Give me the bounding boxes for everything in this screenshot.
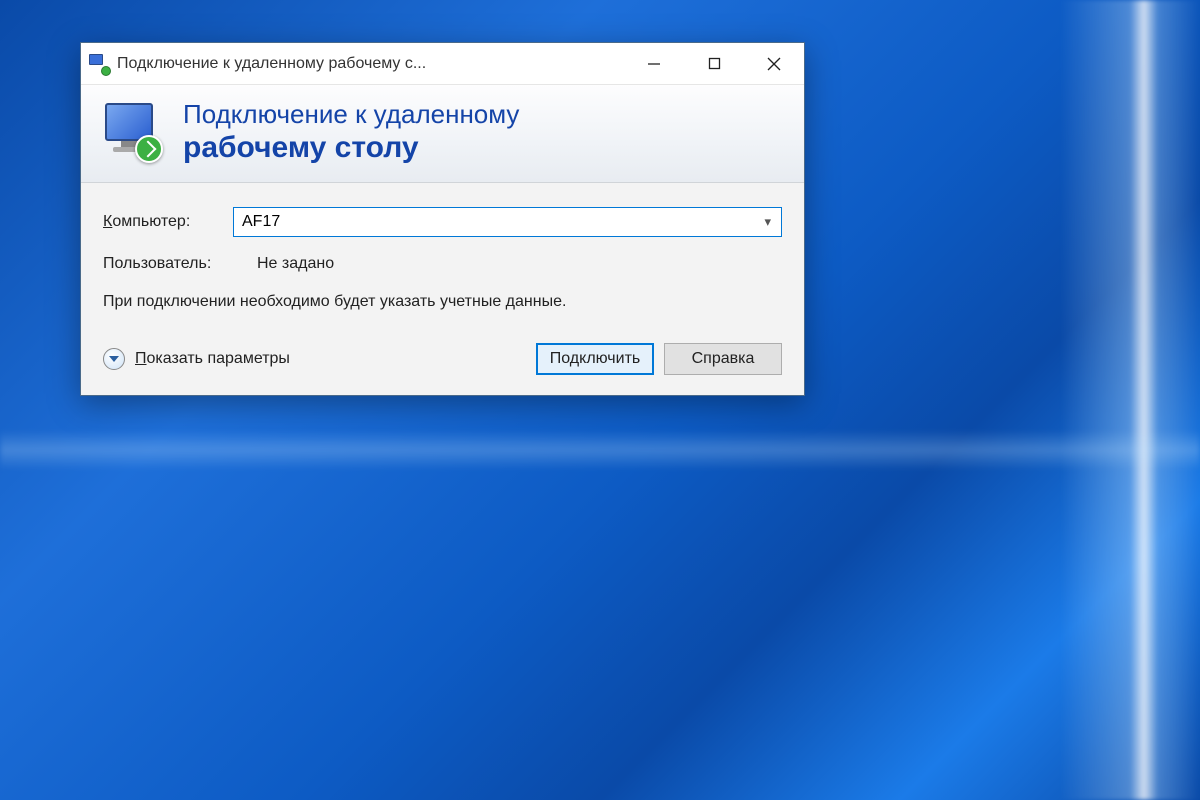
close-icon <box>767 57 781 71</box>
show-options-link[interactable]: Показать параметры <box>135 350 290 368</box>
window-title: Подключение к удаленному рабочему с... <box>117 55 426 73</box>
computer-combobox[interactable]: ▾ <box>233 207 782 237</box>
computer-input[interactable] <box>242 213 760 231</box>
minimize-button[interactable] <box>624 43 684 85</box>
titlebar[interactable]: Подключение к удаленному рабочему с... <box>81 43 804 85</box>
expand-options-icon[interactable] <box>103 348 125 370</box>
header-banner: Подключение к удаленному рабочему столу <box>81 85 804 183</box>
user-row: Пользователь: Не задано <box>103 255 782 273</box>
close-button[interactable] <box>744 43 804 85</box>
banner-line2: рабочему столу <box>183 130 519 166</box>
banner-line1: Подключение к удаленному <box>183 99 519 130</box>
computer-label: Компьютер: <box>103 213 233 231</box>
rdp-dialog-window: Подключение к удаленному рабочему с... П… <box>80 42 805 396</box>
background-light-streak <box>1060 0 1200 800</box>
banner-title: Подключение к удаленному рабочему столу <box>183 99 519 166</box>
connect-button[interactable]: Подключить <box>536 343 654 375</box>
user-label: Пользователь: <box>103 255 233 273</box>
minimize-icon <box>647 57 661 71</box>
credentials-info: При подключении необходимо будет указать… <box>103 291 663 313</box>
dialog-body: Компьютер: ▾ Пользователь: Не задано При… <box>81 183 804 395</box>
app-icon <box>89 54 109 74</box>
computer-row: Компьютер: ▾ <box>103 207 782 237</box>
background-light-streak-h <box>0 430 1200 470</box>
chevron-down-icon[interactable]: ▾ <box>760 214 775 230</box>
user-value: Не задано <box>257 255 334 273</box>
help-button[interactable]: Справка <box>664 343 782 375</box>
maximize-icon <box>708 57 721 70</box>
rdp-icon <box>101 101 165 165</box>
maximize-button[interactable] <box>684 43 744 85</box>
footer: Показать параметры Подключить Справка <box>103 343 782 375</box>
